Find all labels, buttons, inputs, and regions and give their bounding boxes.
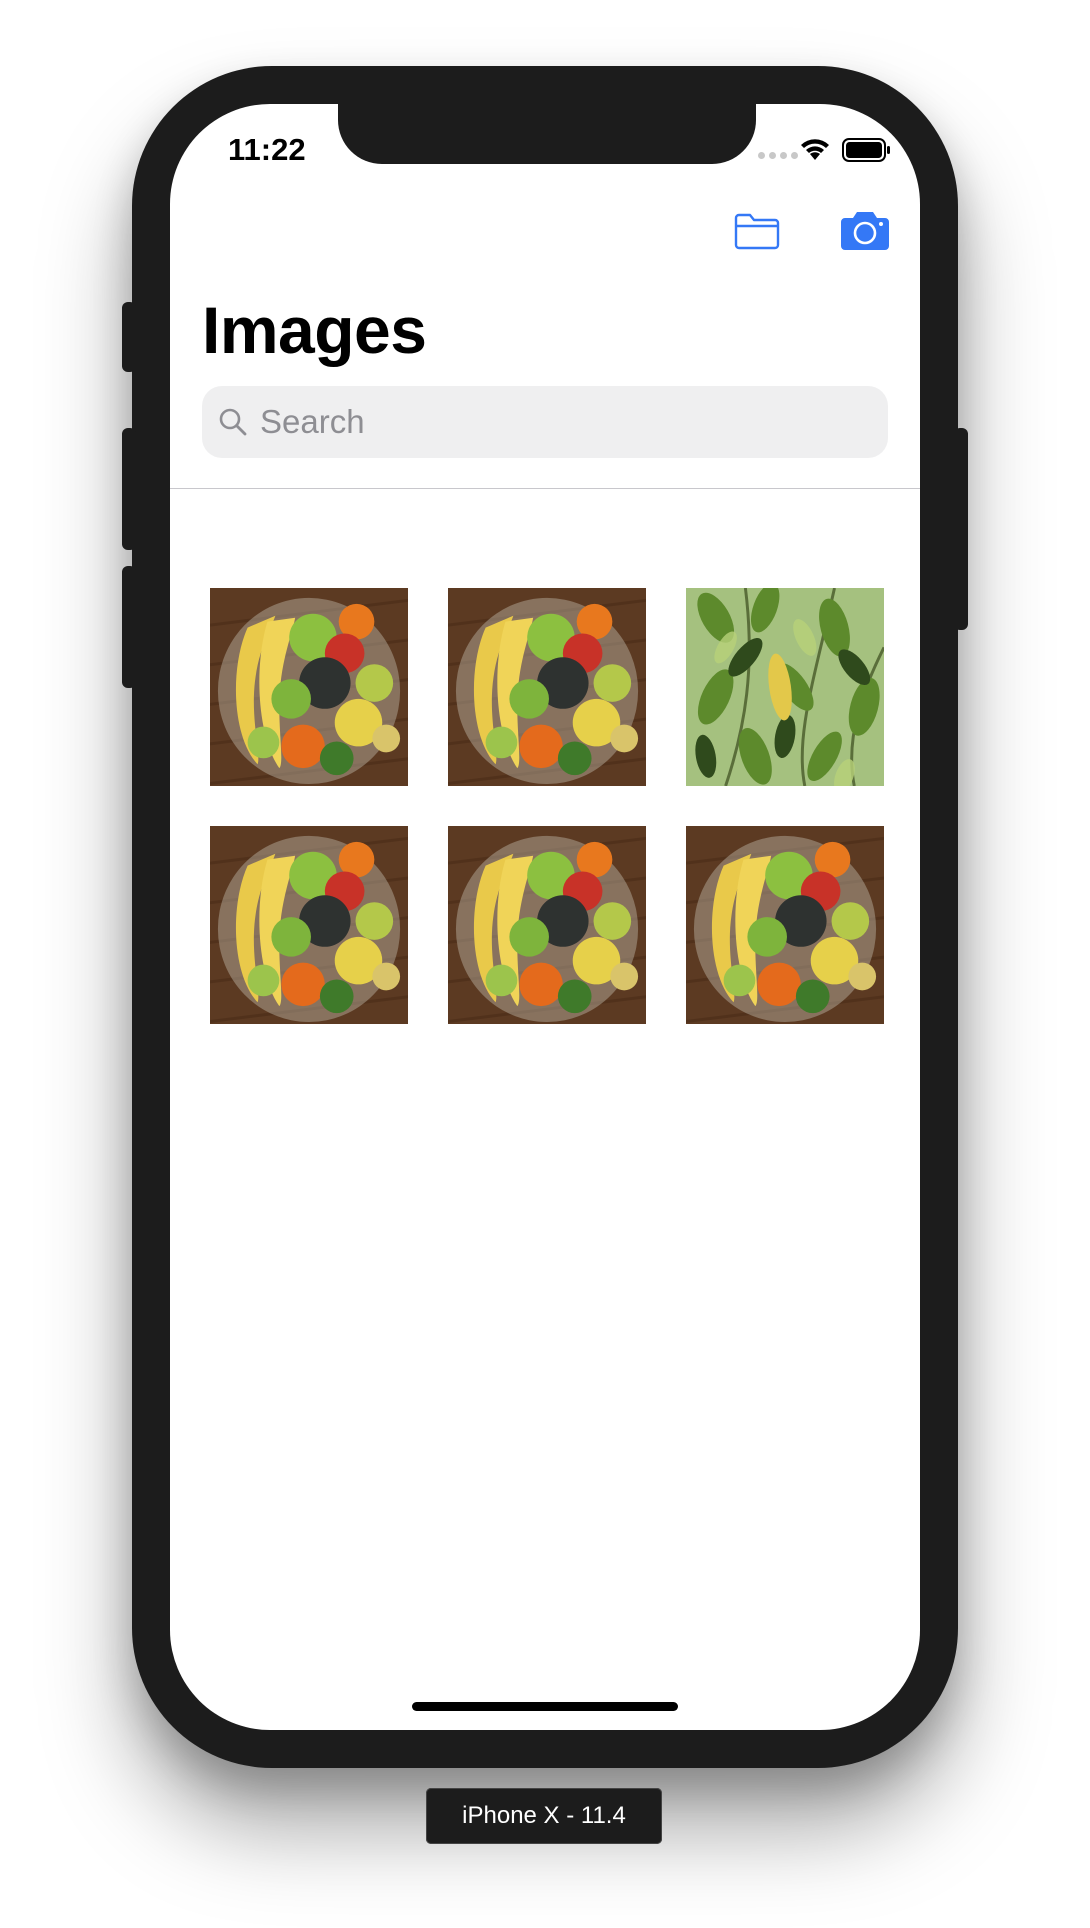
page-title: Images xyxy=(202,293,427,367)
image-thumbnail-fruit-bowl[interactable] xyxy=(686,826,884,1024)
search-bar[interactable] xyxy=(202,386,888,458)
camera-icon xyxy=(841,212,889,250)
folder-icon xyxy=(734,213,780,250)
nav-divider xyxy=(170,488,920,489)
cellular-signal-icon xyxy=(758,152,798,159)
image-thumbnail-green-leaves[interactable] xyxy=(686,588,884,786)
app-screen: 11:22 Images xyxy=(170,104,920,1730)
volume-down-button xyxy=(122,566,136,688)
wifi-icon xyxy=(798,136,832,167)
search-icon xyxy=(218,407,248,437)
image-thumbnail-fruit-bowl[interactable] xyxy=(448,826,646,1024)
search-input[interactable] xyxy=(258,402,862,442)
home-indicator[interactable] xyxy=(412,1702,678,1711)
simulator-device-label: iPhone X - 11.4 xyxy=(426,1788,662,1844)
image-thumbnail-fruit-bowl[interactable] xyxy=(210,588,408,786)
folder-button[interactable] xyxy=(734,212,780,255)
status-time: 11:22 xyxy=(228,132,306,167)
image-thumbnail-fruit-bowl[interactable] xyxy=(210,826,408,1024)
notch xyxy=(338,104,756,164)
battery-icon xyxy=(842,138,892,167)
volume-up-button xyxy=(122,428,136,550)
power-button xyxy=(954,428,968,630)
silent-switch xyxy=(122,302,136,372)
camera-button[interactable] xyxy=(838,210,892,257)
image-thumbnail-fruit-bowl[interactable] xyxy=(448,588,646,786)
